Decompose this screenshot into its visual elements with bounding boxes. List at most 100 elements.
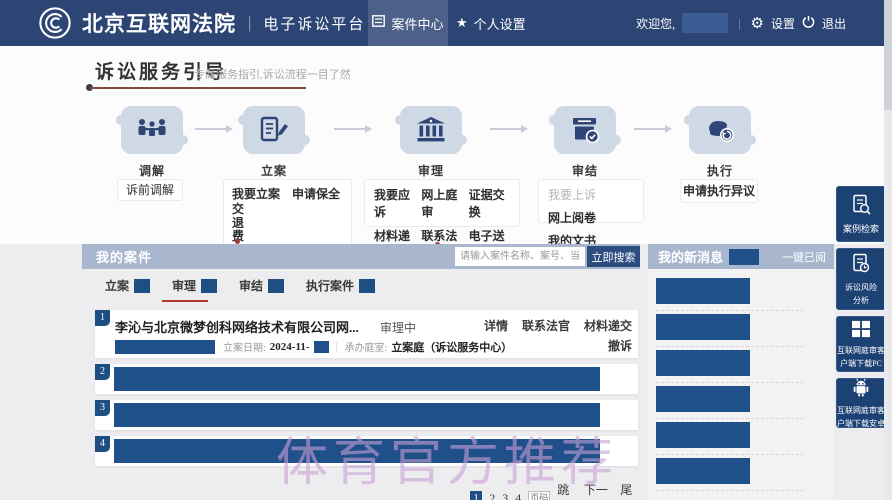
message-item-redacted[interactable]	[656, 458, 750, 484]
page-3[interactable]: 3	[502, 491, 508, 500]
page-2[interactable]: 2	[489, 491, 495, 500]
message-item-redacted[interactable]	[656, 386, 750, 412]
personal-settings-label: 个人设置	[474, 14, 526, 33]
logout-link[interactable]: 退出	[822, 15, 846, 32]
scrollbar-thumb[interactable]	[884, 0, 892, 110]
stage-conclusion: 审结	[553, 106, 617, 179]
nav-case-center[interactable]: 案件中心	[368, 0, 448, 46]
pagination: 1 2 3 4 跳转 下一页 尾页	[470, 481, 640, 500]
link-appeal: 我要上诉	[548, 186, 596, 203]
message-item-redacted[interactable]	[656, 422, 750, 448]
message-item-redacted[interactable]	[656, 350, 750, 376]
tab-concluded[interactable]: 审结	[239, 277, 284, 302]
stage-label: 执行	[688, 162, 752, 179]
side-button-label: 诉讼风险	[845, 283, 877, 293]
tab-label: 审结	[239, 277, 263, 294]
filing-date-label: 立案日期:	[223, 339, 266, 354]
tab-filing[interactable]: 立案	[105, 277, 150, 302]
case-content-redacted	[114, 439, 600, 463]
flow-arrow-icon	[195, 128, 231, 130]
tab-execution-cases[interactable]: 执行案件	[306, 277, 375, 302]
tab-trial[interactable]: 审理	[172, 277, 217, 302]
link-online-trial[interactable]: 网上庭审	[421, 186, 462, 220]
case-row-4[interactable]: 4	[95, 436, 638, 466]
court-logo-icon	[38, 6, 72, 40]
action-details[interactable]: 详情	[484, 317, 508, 334]
case-row-1[interactable]: 1 李沁与北京微梦创科网络技术有限公司网... 审理中 详情 联系法官 材料递交…	[95, 310, 638, 358]
last-page-button[interactable]: 尾页	[620, 481, 640, 500]
platform-name: 电子诉讼平台	[263, 13, 365, 34]
stage-execution: 执行	[688, 106, 752, 179]
court-value: 立案庭（诉讼服务中心）	[391, 339, 512, 355]
case-row-3[interactable]: 3	[95, 400, 638, 430]
risk-analysis-button[interactable]: 诉讼风险 分析	[836, 248, 886, 310]
my-cases-header: 我的案件 立即搜索	[82, 244, 640, 269]
link-online-file-review[interactable]: 网上阅卷	[548, 209, 596, 226]
page-1[interactable]: 1	[470, 491, 482, 500]
pc-client-download-button[interactable]: 互联网庭审客 户端下载PC	[836, 316, 886, 372]
app-root: 北京互联网法院 | 电子诉讼平台 案件中心 ★ 个人设置 欢迎您, | ⚙ 设置	[0, 0, 892, 500]
power-icon[interactable]	[802, 15, 815, 32]
case-status: 审理中	[380, 319, 416, 336]
link-respond-suit[interactable]: 我要应诉	[374, 186, 415, 220]
android-client-download-button[interactable]: 互联网庭审客 户端下载安卓	[836, 378, 886, 428]
message-divider	[656, 346, 804, 347]
page-scrollbar[interactable]	[884, 0, 892, 500]
date-redacted	[314, 341, 329, 353]
side-button-label: 分析	[853, 296, 869, 306]
messages-header: 我的新消息 一键已阅	[648, 244, 834, 269]
card-conclusion-links: 我要上诉 网上阅卷 我的文书	[538, 179, 644, 223]
filing-icon	[243, 106, 305, 154]
link-file-case[interactable]: 我要立案	[232, 185, 280, 202]
card-filing-links: 我要立案 申请保全 交退费	[223, 179, 352, 248]
page-4[interactable]: 4	[515, 491, 521, 500]
page-number-input[interactable]	[528, 491, 550, 500]
stage-label: 审理	[399, 162, 463, 179]
action-contact-judge[interactable]: 联系法官	[522, 317, 570, 334]
jump-button[interactable]: 跳转	[557, 481, 577, 500]
header-user-area: 欢迎您, | ⚙ 设置 退出	[636, 0, 846, 46]
mark-all-read-button[interactable]: 一键已阅	[782, 249, 826, 265]
execution-icon	[689, 106, 751, 154]
my-messages-panel: 我的新消息 一键已阅	[648, 244, 834, 500]
next-page-button[interactable]: 下一页	[584, 481, 613, 500]
stage-mediation: 调解	[120, 106, 184, 179]
case-search-tool-button[interactable]: 案例检索	[836, 186, 886, 242]
gear-icon[interactable]: ⚙	[751, 16, 764, 31]
nav-personal-settings[interactable]: ★ 个人设置	[456, 0, 526, 46]
filing-date-value: 2024-11-	[270, 341, 310, 353]
message-divider	[656, 454, 804, 455]
count-badge-redacted	[268, 279, 284, 293]
stage-trial: 审理	[399, 106, 463, 179]
case-center-icon	[372, 15, 385, 31]
link-apply-preservation[interactable]: 申请保全	[292, 185, 340, 202]
message-item-redacted[interactable]	[656, 314, 750, 340]
side-button-label: 互联网庭审客	[837, 406, 885, 416]
court-name: 北京互联网法院	[82, 8, 236, 38]
row-number: 2	[95, 364, 110, 380]
flow-arrow-icon	[490, 128, 526, 130]
link-execution-objection[interactable]: 申请执行异议	[683, 184, 755, 198]
message-item-redacted[interactable]	[656, 278, 750, 304]
link-evidence-exchange[interactable]: 证据交换	[469, 186, 510, 220]
stage-label: 立案	[242, 162, 306, 179]
side-button-label: 案例检索	[843, 224, 879, 234]
case-row-2[interactable]: 2	[95, 364, 638, 394]
link-pay-refund-fee[interactable]: 交退费	[232, 203, 247, 244]
count-badge-redacted	[134, 279, 150, 293]
search-now-button[interactable]: 立即搜索	[587, 246, 640, 267]
action-withdraw[interactable]: 撤诉	[608, 337, 632, 354]
star-icon: ★	[456, 17, 468, 30]
link-pretrial-mediation[interactable]: 诉前调解	[126, 183, 174, 197]
case-search-input[interactable]	[455, 247, 585, 266]
case-title[interactable]: 李沁与北京微梦创科网络技术有限公司网...	[115, 317, 359, 336]
action-submit-materials[interactable]: 材料递交	[584, 317, 632, 334]
header-separator: |	[738, 16, 740, 31]
case-meta-line: 立案日期: 2024-11- | 承办庭室: 立案庭（诉讼服务中心）	[115, 339, 512, 354]
username-redacted	[682, 13, 728, 33]
case-number-redacted	[115, 340, 215, 354]
case-search-icon	[850, 194, 872, 221]
side-button-label: 户端下载PC	[840, 359, 882, 369]
settings-link[interactable]: 设置	[771, 15, 795, 32]
case-tabs: 立案 审理 审结 执行案件	[105, 277, 375, 302]
